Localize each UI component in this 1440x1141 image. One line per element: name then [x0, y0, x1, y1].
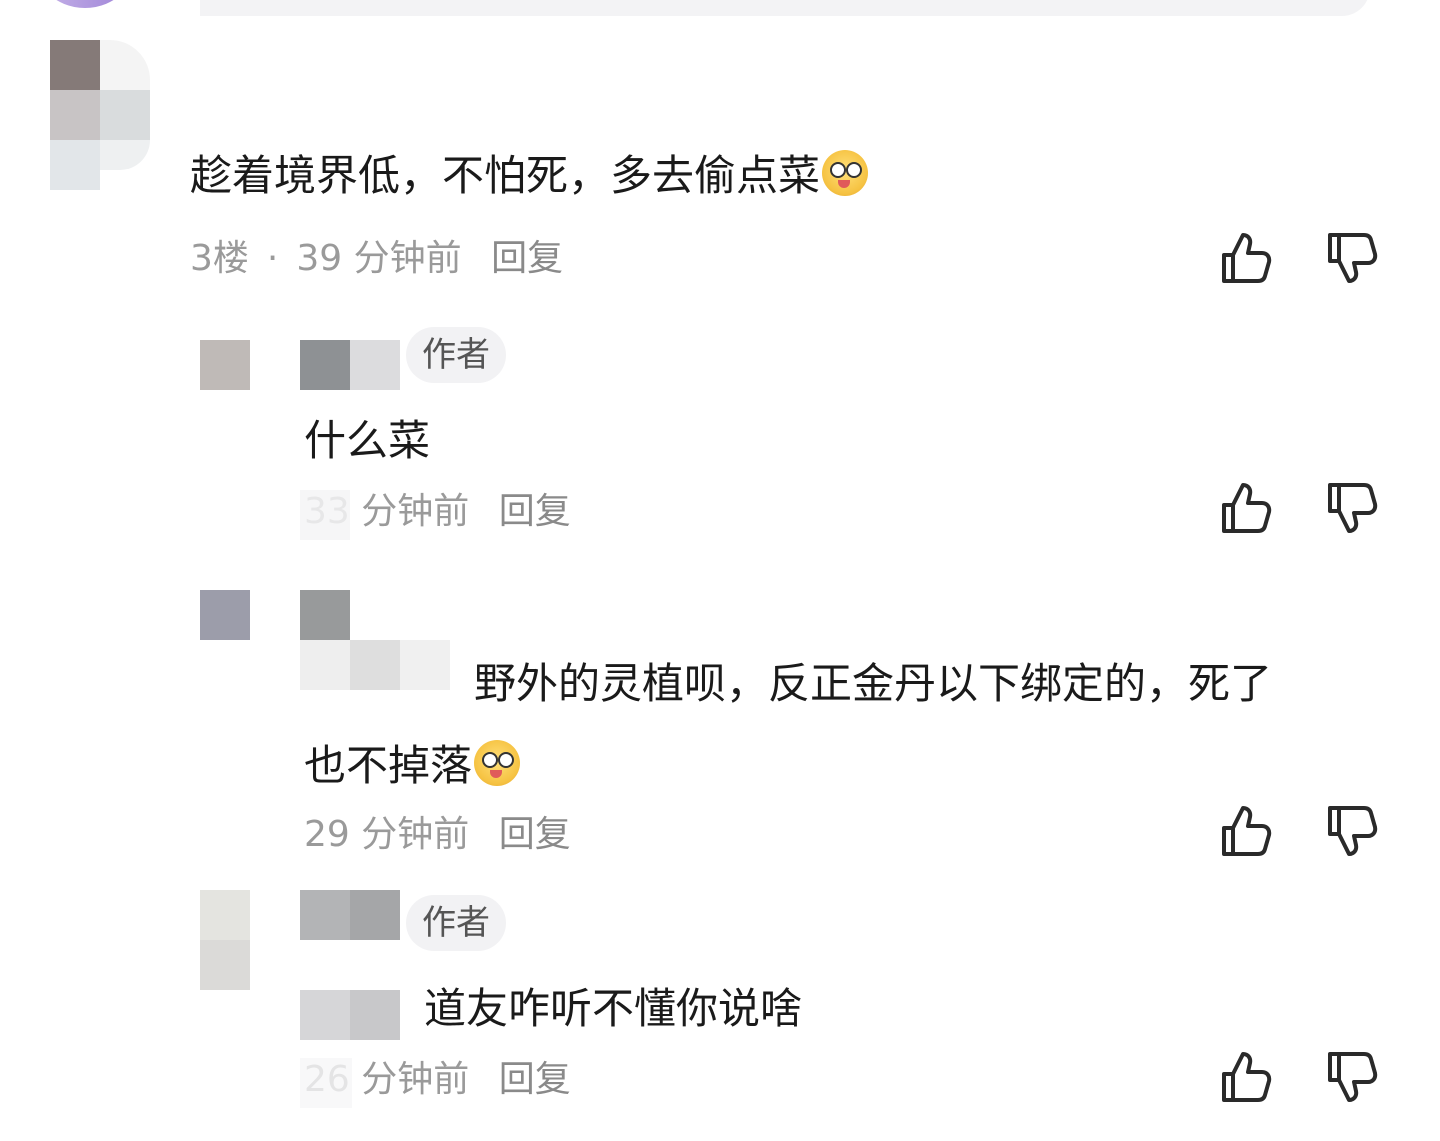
- reply-text-line2-content: 也不掉落: [304, 741, 473, 790]
- reply-meta: 29 分钟前 回复: [304, 813, 571, 857]
- reply-button[interactable]: 回复: [491, 238, 563, 279]
- author-tag: 作者: [406, 327, 506, 383]
- reply-avatar[interactable]: [200, 340, 250, 390]
- thumbs-down-icon: [1328, 233, 1378, 283]
- thumbs-up-icon: [1222, 1052, 1272, 1102]
- like-button[interactable]: [1216, 801, 1276, 861]
- thumbs-up-icon: [1222, 233, 1272, 283]
- dislike-button[interactable]: [1322, 801, 1382, 861]
- comment-text-content: 趁着境界低，不怕死，多去偷点菜: [190, 151, 821, 200]
- thumbs-down-icon: [1328, 483, 1378, 533]
- thumbs-up-icon: [1222, 483, 1272, 533]
- reply-text: 道友咋听不懂你说啥: [424, 984, 803, 1033]
- thumbs-down-icon: [1328, 806, 1378, 856]
- username-mask: [300, 990, 400, 1040]
- reply-button[interactable]: 回复: [499, 1059, 571, 1100]
- reply-username[interactable]: [300, 890, 400, 940]
- author-tag: 作者: [406, 895, 506, 951]
- previous-comment-box: [200, 0, 1370, 16]
- reply-avatar[interactable]: [200, 890, 250, 990]
- thumbs-down-icon: [1328, 1052, 1378, 1102]
- comment-avatar[interactable]: [50, 40, 150, 190]
- reply-button[interactable]: 回复: [499, 491, 571, 532]
- comment-text: 趁着境界低，不怕死，多去偷点菜: [190, 150, 869, 200]
- like-button[interactable]: [1216, 228, 1276, 288]
- fried-chicken-laugh-emoji-icon: [822, 150, 869, 196]
- dislike-button[interactable]: [1322, 228, 1382, 288]
- dislike-button[interactable]: [1322, 478, 1382, 538]
- timestamp-mask: [300, 1058, 352, 1108]
- like-button[interactable]: [1216, 1047, 1276, 1107]
- reply-avatar[interactable]: [200, 590, 250, 640]
- thumbs-up-icon: [1222, 806, 1272, 856]
- timestamp-mask: [300, 490, 350, 540]
- reply-text: 什么菜: [304, 416, 431, 465]
- comment-meta: 3楼 · 39 分钟前 回复: [190, 237, 563, 281]
- floor-label: 3楼: [190, 238, 249, 279]
- reply-button[interactable]: 回复: [499, 814, 571, 855]
- like-button[interactable]: [1216, 478, 1276, 538]
- reply-username[interactable]: [300, 340, 400, 390]
- silly-tongue-emoji-icon: [474, 740, 521, 786]
- meta-separator: ·: [266, 238, 279, 279]
- previous-comment-avatar: [30, 0, 140, 8]
- reply-text-line2: 也不掉落: [304, 740, 521, 790]
- reply-username[interactable]: [300, 590, 450, 690]
- dislike-button[interactable]: [1322, 1047, 1382, 1107]
- reply-text-line1: 野外的灵植呗，反正金丹以下绑定的，死了: [474, 659, 1273, 708]
- timestamp: 39 分钟前: [296, 238, 462, 279]
- timestamp: 29 分钟前: [304, 814, 470, 855]
